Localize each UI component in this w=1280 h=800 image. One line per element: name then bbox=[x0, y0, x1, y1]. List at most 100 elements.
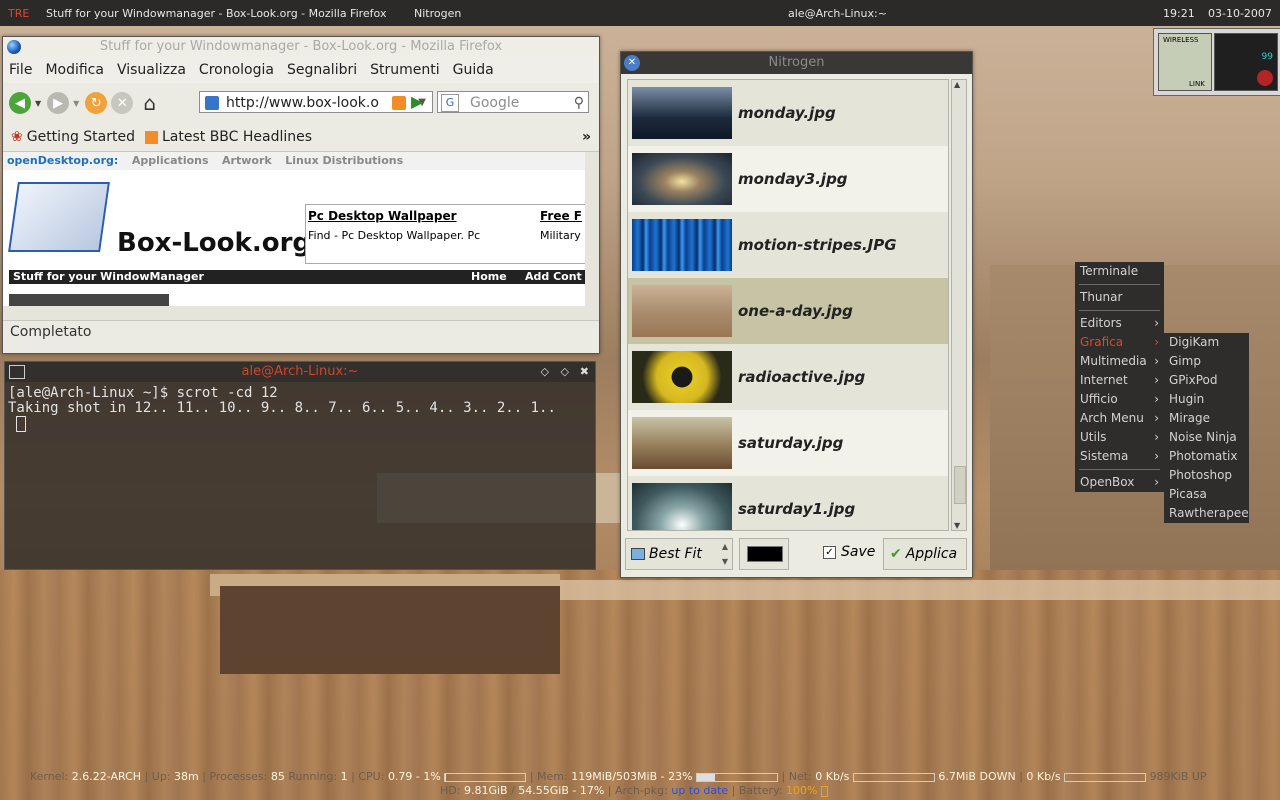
terminal-output[interactable]: [ale@Arch-Linux ~]$ scrot -cd 12 Taking … bbox=[5, 382, 595, 436]
list-item[interactable]: monday.jpg bbox=[628, 80, 948, 146]
opendesktop-logo[interactable]: openDesktop.org: bbox=[7, 154, 118, 167]
menu-item-multimedia[interactable]: Multimedia › bbox=[1075, 352, 1164, 371]
od-nav-distributions[interactable]: Linux Distributions bbox=[285, 154, 403, 167]
submenu-item-rawtherapee[interactable]: Rawtherapee bbox=[1164, 504, 1249, 523]
bookmark-bbc[interactable]: Latest BBC Headlines bbox=[162, 129, 312, 145]
bookmarks-overflow-icon[interactable]: » bbox=[582, 129, 591, 145]
close-icon[interactable]: ✖ bbox=[580, 362, 589, 382]
list-item[interactable]: monday3.jpg bbox=[628, 146, 948, 212]
thumbnail-image bbox=[632, 219, 732, 271]
menu-file[interactable]: File bbox=[9, 62, 32, 78]
menu-item-sistema[interactable]: Sistema › bbox=[1075, 447, 1164, 466]
nitrogen-close-icon[interactable]: ✕ bbox=[624, 55, 640, 71]
list-item[interactable]: saturday.jpg bbox=[628, 410, 948, 476]
submenu-item-noise-ninja[interactable]: Noise Ninja bbox=[1164, 428, 1249, 447]
submenu-item-photoshop[interactable]: Photoshop bbox=[1164, 466, 1249, 485]
od-nav-artwork[interactable]: Artwork bbox=[222, 154, 272, 167]
wallpaper-list[interactable]: monday.jpg monday3.jpg motion-stripes.JP… bbox=[627, 79, 949, 531]
menu-visualizza[interactable]: Visualizza bbox=[117, 62, 186, 78]
menu-item-internet[interactable]: Internet › bbox=[1075, 371, 1164, 390]
submenu-arrow-icon: › bbox=[1154, 335, 1159, 349]
menu-item-openbox[interactable]: OpenBox › bbox=[1075, 473, 1164, 492]
floor-ledge bbox=[560, 580, 1280, 600]
od-nav-applications[interactable]: Applications bbox=[132, 154, 209, 167]
maximize-icon[interactable]: ◇ bbox=[561, 362, 569, 382]
apply-button[interactable]: ✔ Applica bbox=[883, 538, 967, 570]
menu-item-arch-menu[interactable]: Arch Menu › bbox=[1075, 409, 1164, 428]
save-label: Save bbox=[841, 544, 876, 560]
save-checkbox[interactable]: ✓ bbox=[823, 546, 836, 559]
list-item[interactable]: radioactive.jpg bbox=[628, 344, 948, 410]
submenu-item-gpixpod[interactable]: GPixPod bbox=[1164, 371, 1249, 390]
mem-bar bbox=[696, 772, 779, 782]
mode-spin-icon: ▲ ▼ bbox=[721, 542, 728, 566]
menu-segnalibri[interactable]: Segnalibri bbox=[287, 62, 357, 78]
menu-item-label: Terminale bbox=[1080, 264, 1139, 278]
menu-cronologia[interactable]: Cronologia bbox=[199, 62, 274, 78]
scroll-down-icon[interactable]: ▼ bbox=[954, 521, 960, 530]
page-hscrollbar[interactable] bbox=[3, 306, 599, 320]
menu-item-editors[interactable]: Editors › bbox=[1075, 314, 1164, 333]
forward-dropdown-icon[interactable]: ▼ bbox=[73, 99, 79, 108]
search-placeholder: Google bbox=[470, 95, 520, 111]
rss-icon[interactable] bbox=[392, 96, 406, 110]
home-icon[interactable]: ⌂ bbox=[143, 91, 156, 115]
running-label: Running: bbox=[288, 770, 338, 783]
processes-value: 85 bbox=[270, 770, 285, 783]
scroll-up-icon[interactable]: ▲ bbox=[954, 80, 960, 89]
menu-item-thunar[interactable]: Thunar bbox=[1075, 288, 1164, 307]
terminal-titlebar[interactable]: ale@Arch-Linux:~ ◇ ◇ ✖ bbox=[5, 362, 595, 382]
search-icon[interactable]: ⚲ bbox=[574, 92, 584, 114]
list-item-selected[interactable]: one-a-day.jpg bbox=[628, 278, 948, 344]
wireless-dockapp: WIRELESS LINK 99 bbox=[1153, 28, 1280, 96]
mode-select[interactable]: Best Fit ▲ ▼ bbox=[625, 538, 733, 570]
back-dropdown-icon[interactable]: ▼ bbox=[35, 99, 41, 108]
check-icon: ✔ bbox=[890, 546, 902, 562]
back-arrow-icon[interactable]: ◀ bbox=[9, 92, 31, 114]
submenu-item-hugin[interactable]: Hugin bbox=[1164, 390, 1249, 409]
url-field[interactable]: http://www.box-look.o ▼ bbox=[199, 91, 433, 113]
ad-title[interactable]: Pc Desktop Wallpaper bbox=[308, 209, 457, 223]
submenu-item-picasa[interactable]: Picasa bbox=[1164, 485, 1249, 504]
page-vscrollbar[interactable] bbox=[585, 152, 599, 306]
uptime-label: Up: bbox=[151, 770, 171, 783]
conky-line-2: HD: 9.81GiB / 54.55GiB - 17% | Arch-pkg:… bbox=[440, 784, 828, 797]
submenu-item-digikam[interactable]: DigiKam bbox=[1164, 333, 1249, 352]
submenu-item-mirage[interactable]: Mirage bbox=[1164, 409, 1249, 428]
menu-item-ufficio[interactable]: Ufficio › bbox=[1075, 390, 1164, 409]
menu-item-terminale[interactable]: Terminale bbox=[1075, 262, 1164, 281]
task-firefox[interactable]: Stuff for your Windowmanager - Box-Look.… bbox=[46, 7, 386, 20]
list-item[interactable]: motion-stripes.JPG bbox=[628, 212, 948, 278]
reload-icon[interactable]: ↻ bbox=[85, 92, 108, 114]
list-scrollbar[interactable]: ▲ ▼ bbox=[951, 79, 967, 531]
ad2-title[interactable]: Free F bbox=[540, 209, 582, 223]
submenu-item-photomatix[interactable]: Photomatix bbox=[1164, 447, 1249, 466]
submenu-arrow-icon: › bbox=[1154, 475, 1159, 489]
shade-icon[interactable]: ◇ bbox=[541, 362, 549, 382]
submenu-item-gimp[interactable]: Gimp bbox=[1164, 352, 1249, 371]
google-engine-icon[interactable]: G bbox=[441, 94, 459, 112]
search-field[interactable]: G Google ⚲ bbox=[437, 91, 589, 113]
scroll-thumb[interactable] bbox=[954, 466, 966, 504]
bookmark-getting-started[interactable]: Getting Started bbox=[27, 129, 135, 145]
menu-strumenti[interactable]: Strumenti bbox=[370, 62, 440, 78]
site-name[interactable]: Box-Look.org bbox=[117, 228, 311, 258]
menu-item-grafica[interactable]: Grafica › bbox=[1075, 333, 1164, 352]
nav-home[interactable]: Home bbox=[471, 270, 507, 284]
task-nitrogen[interactable]: Nitrogen bbox=[414, 7, 461, 20]
menu-item-utils[interactable]: Utils › bbox=[1075, 428, 1164, 447]
signal-value: 99 bbox=[1261, 52, 1273, 62]
submenu-arrow-icon: › bbox=[1154, 354, 1159, 368]
color-button[interactable] bbox=[739, 538, 789, 570]
stop-icon[interactable]: ✕ bbox=[111, 92, 134, 114]
nav-add-content[interactable]: Add Cont bbox=[525, 270, 582, 284]
forward-arrow-icon[interactable]: ▶ bbox=[47, 92, 70, 114]
nitrogen-titlebar[interactable]: ✕ Nitrogen bbox=[621, 52, 972, 74]
menu-guida[interactable]: Guida bbox=[453, 62, 494, 78]
terminal-window[interactable]: ale@Arch-Linux:~ ◇ ◇ ✖ [ale@Arch-Linux ~… bbox=[4, 361, 596, 570]
firefox-titlebar[interactable]: Stuff for your Windowmanager - Box-Look.… bbox=[3, 37, 599, 57]
go-arrow-icon[interactable]: ▶ bbox=[411, 92, 423, 111]
menu-modifica[interactable]: Modifica bbox=[45, 62, 104, 78]
list-item[interactable]: saturday1.jpg bbox=[628, 476, 948, 530]
site-tagline: Stuff for your WindowManager bbox=[13, 270, 204, 283]
